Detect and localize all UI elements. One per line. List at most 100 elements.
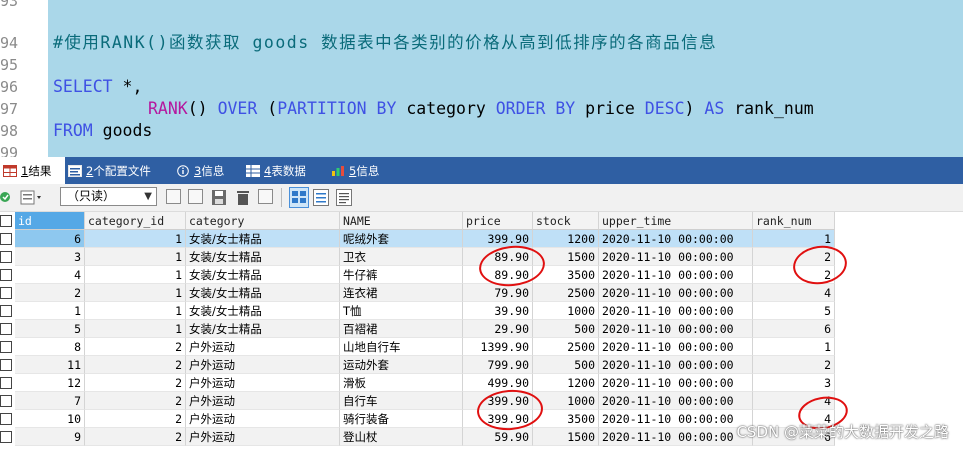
- table-row[interactable]: 7 2 户外运动 自行车 399.90 1000 2020-11-10 00:00:00 4: [0, 392, 835, 410]
- cell-id[interactable]: 7: [15, 392, 85, 410]
- cell-id[interactable]: 3: [15, 248, 85, 266]
- cell-name[interactable]: 骑行装备: [340, 410, 463, 428]
- cell-name[interactable]: 自行车: [340, 392, 463, 410]
- cell-upper-time[interactable]: 2020-11-10 00:00:00: [599, 338, 753, 356]
- grid-view-icon[interactable]: [289, 187, 309, 208]
- row-checkbox[interactable]: [0, 377, 12, 389]
- cell-name[interactable]: 百褶裙: [340, 320, 463, 338]
- row-checkbox[interactable]: [0, 431, 12, 443]
- row-checkbox[interactable]: [0, 251, 12, 263]
- mode-select[interactable]: （只读） ▼: [60, 187, 157, 206]
- row-checkbox[interactable]: [0, 359, 12, 371]
- copy-row-icon[interactable]: [166, 189, 181, 204]
- cell-category-id[interactable]: 2: [85, 428, 186, 446]
- row-checkbox[interactable]: [0, 287, 12, 299]
- row-checkbox[interactable]: [0, 323, 12, 335]
- save-icon[interactable]: [211, 189, 227, 206]
- cell-category[interactable]: 女装/女士精品: [186, 284, 340, 302]
- tab-results[interactable]: 1 结果: [0, 157, 65, 184]
- cell-stock[interactable]: 1000: [533, 302, 599, 320]
- cell-id[interactable]: 2: [15, 284, 85, 302]
- cell-name[interactable]: T恤: [340, 302, 463, 320]
- cell-rank-num[interactable]: 4: [753, 284, 835, 302]
- cell-name[interactable]: 登山杖: [340, 428, 463, 446]
- table-row[interactable]: 1 1 女装/女士精品 T恤 39.90 1000 2020-11-10 00:00:00 5: [0, 302, 835, 320]
- column-header-name[interactable]: NAME: [340, 212, 463, 230]
- cell-name[interactable]: 滑板: [340, 374, 463, 392]
- cell-category-id[interactable]: 1: [85, 302, 186, 320]
- cell-stock[interactable]: 2500: [533, 284, 599, 302]
- cell-category[interactable]: 女装/女士精品: [186, 302, 340, 320]
- cell-id[interactable]: 10: [15, 410, 85, 428]
- cell-category-id[interactable]: 2: [85, 374, 186, 392]
- cell-upper-time[interactable]: 2020-11-10 00:00:00: [599, 392, 753, 410]
- cell-stock[interactable]: 2500: [533, 338, 599, 356]
- refresh-icon[interactable]: [0, 189, 14, 206]
- cell-name[interactable]: 山地自行车: [340, 338, 463, 356]
- table-row[interactable]: 8 2 户外运动 山地自行车 1399.90 2500 2020-11-10 00:00:0…: [0, 338, 835, 356]
- discard-icon[interactable]: [258, 189, 273, 204]
- cell-name[interactable]: 呢绒外套: [340, 230, 463, 248]
- select-all-checkbox[interactable]: [0, 215, 12, 227]
- column-header-stock[interactable]: stock: [533, 212, 599, 230]
- cell-price[interactable]: 79.90: [463, 284, 533, 302]
- column-header-price[interactable]: price: [463, 212, 533, 230]
- row-checkbox[interactable]: [0, 269, 12, 281]
- table-row[interactable]: 6 1 女装/女士精品 呢绒外套 399.90 1200 2020-11-10 00:00:…: [0, 230, 835, 248]
- cell-rank-num[interactable]: 5: [753, 302, 835, 320]
- cell-stock[interactable]: 3500: [533, 410, 599, 428]
- cell-stock[interactable]: 1500: [533, 428, 599, 446]
- row-checkbox[interactable]: [0, 341, 12, 353]
- column-header-rank-num[interactable]: rank_num: [753, 212, 835, 230]
- table-row[interactable]: 10 2 户外运动 骑行装备 399.90 3500 2020-11-10 00:00:00…: [0, 410, 835, 428]
- table-row[interactable]: 12 2 户外运动 滑板 499.90 1200 2020-11-10 00:00:00 3: [0, 374, 835, 392]
- cell-category[interactable]: 女装/女士精品: [186, 230, 340, 248]
- cell-price[interactable]: 799.90: [463, 356, 533, 374]
- row-checkbox[interactable]: [0, 413, 12, 425]
- cell-name[interactable]: 连衣裙: [340, 284, 463, 302]
- row-checkbox[interactable]: [0, 233, 12, 245]
- cell-price[interactable]: 59.90: [463, 428, 533, 446]
- tab-table-data[interactable]: 4 表数据: [246, 157, 306, 184]
- column-header-id[interactable]: id: [15, 212, 85, 230]
- cell-upper-time[interactable]: 2020-11-10 00:00:00: [599, 374, 753, 392]
- cell-category-id[interactable]: 2: [85, 356, 186, 374]
- cell-price[interactable]: 499.90: [463, 374, 533, 392]
- cell-category[interactable]: 户外运动: [186, 428, 340, 446]
- table-row[interactable]: 2 1 女装/女士精品 连衣裙 79.90 2500 2020-11-10 00:00:00…: [0, 284, 835, 302]
- tab-info[interactable]: 3 信息: [176, 157, 224, 184]
- table-row[interactable]: 11 2 户外运动 运动外套 799.90 500 2020-11-10 00:00:00 2: [0, 356, 835, 374]
- table-row[interactable]: 5 1 女装/女士精品 百褶裙 29.90 500 2020-11-10 00:00:00 6: [0, 320, 835, 338]
- text-view-icon[interactable]: [336, 189, 352, 206]
- cell-category-id[interactable]: 2: [85, 392, 186, 410]
- table-row[interactable]: 9 2 户外运动 登山杖 59.90 1500 2020-11-10 00:00:00 6: [0, 428, 835, 446]
- cell-upper-time[interactable]: 2020-11-10 00:00:00: [599, 266, 753, 284]
- cell-id[interactable]: 12: [15, 374, 85, 392]
- cell-id[interactable]: 9: [15, 428, 85, 446]
- cell-category-id[interactable]: 1: [85, 284, 186, 302]
- cell-category[interactable]: 女装/女士精品: [186, 320, 340, 338]
- column-header-category-id[interactable]: category_id: [85, 212, 186, 230]
- cell-category[interactable]: 户外运动: [186, 410, 340, 428]
- row-checkbox[interactable]: [0, 305, 12, 317]
- cell-rank-num[interactable]: 2: [753, 356, 835, 374]
- form-view-icon[interactable]: [313, 189, 329, 206]
- cell-upper-time[interactable]: 2020-11-10 00:00:00: [599, 428, 753, 446]
- paste-icon[interactable]: [188, 189, 203, 204]
- cell-name[interactable]: 运动外套: [340, 356, 463, 374]
- cell-price[interactable]: 29.90: [463, 320, 533, 338]
- cell-id[interactable]: 5: [15, 320, 85, 338]
- cell-id[interactable]: 11: [15, 356, 85, 374]
- sql-editor[interactable]: 93 94 95 96 97 98 99 #使用RANK()函数获取 goods…: [0, 0, 963, 157]
- cell-id[interactable]: 1: [15, 302, 85, 320]
- cell-category[interactable]: 户外运动: [186, 374, 340, 392]
- cell-id[interactable]: 4: [15, 266, 85, 284]
- cell-category-id[interactable]: 1: [85, 320, 186, 338]
- cell-rank-num[interactable]: 6: [753, 320, 835, 338]
- cell-rank-num[interactable]: 1: [753, 338, 835, 356]
- cell-upper-time[interactable]: 2020-11-10 00:00:00: [599, 284, 753, 302]
- cell-category-id[interactable]: 1: [85, 266, 186, 284]
- cell-stock[interactable]: 1200: [533, 374, 599, 392]
- delete-icon[interactable]: [235, 189, 251, 206]
- cell-upper-time[interactable]: 2020-11-10 00:00:00: [599, 248, 753, 266]
